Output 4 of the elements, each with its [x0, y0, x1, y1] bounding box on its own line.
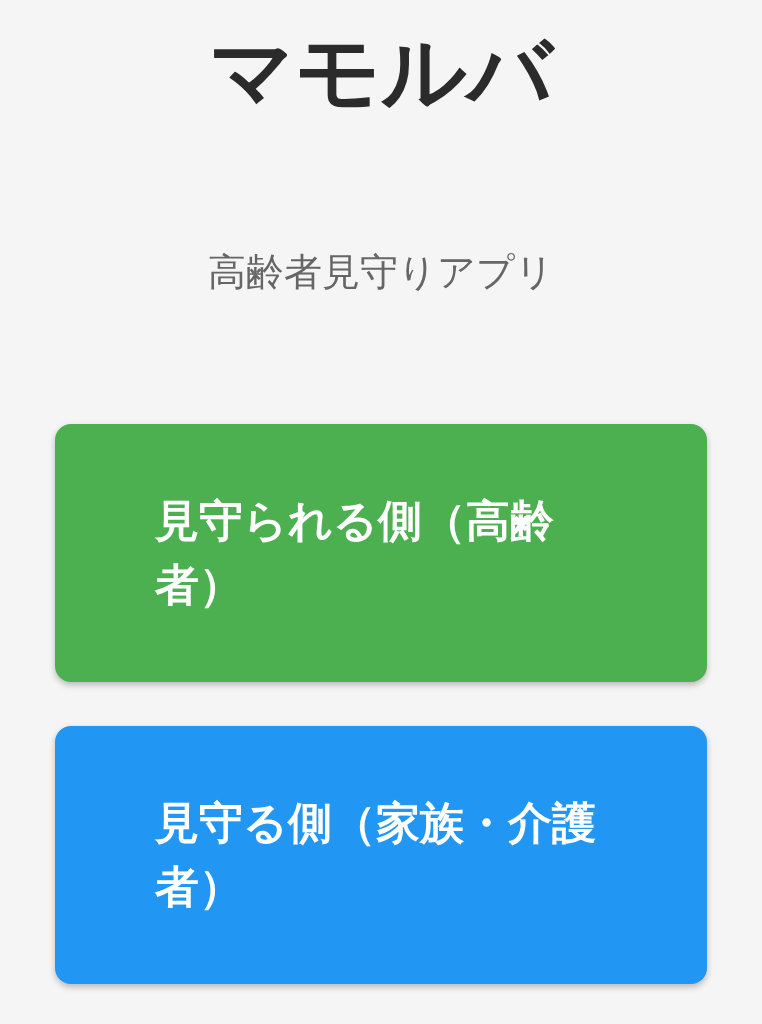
role-button[interactable]: 見守る側（家族・介護者）	[55, 726, 707, 984]
app-title: マモルバ	[209, 22, 553, 122]
role-button[interactable]: 見守られる側（高齢者）	[55, 424, 707, 682]
subtitle: 高齢者見守りアプリ	[208, 249, 554, 296]
